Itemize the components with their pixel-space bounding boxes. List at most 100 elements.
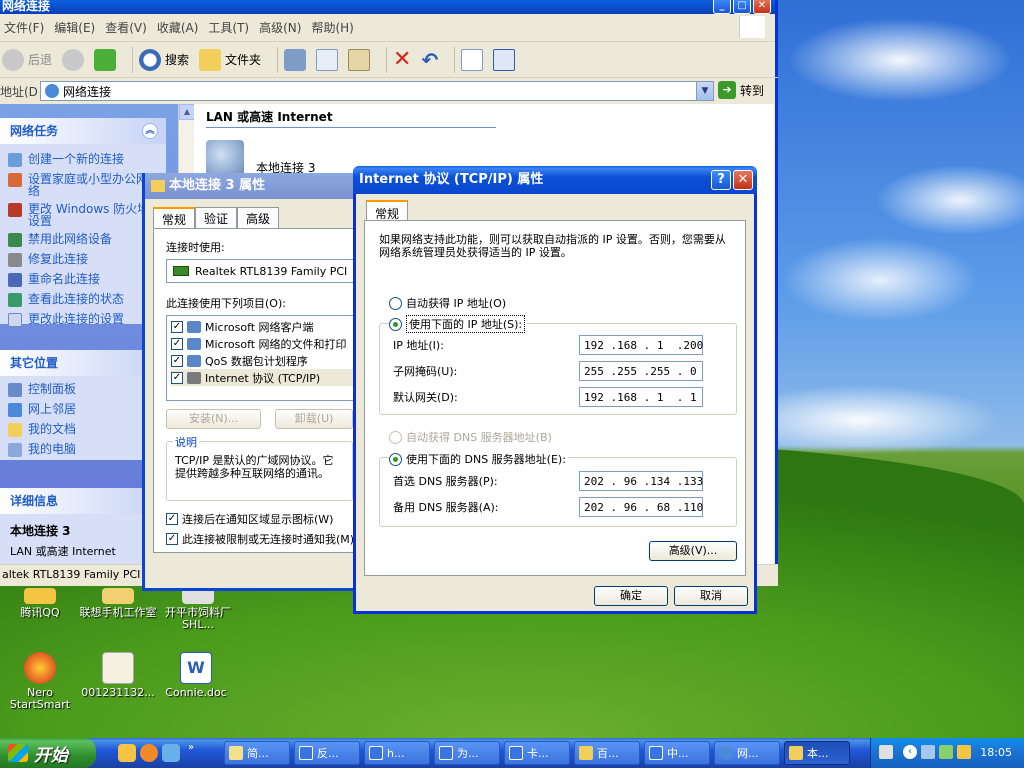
connection-item[interactable]: 本地连接 3	[206, 140, 315, 176]
preferred-dns-field[interactable]: 202 . 96 .134 .133	[579, 471, 703, 491]
list-item[interactable]: ✓ QoS 数据包计划程序	[171, 352, 361, 369]
desktop-quicklaunch-icon[interactable]	[162, 744, 180, 762]
help-button[interactable]: ?	[711, 170, 731, 190]
qq-quicklaunch-icon[interactable]	[118, 744, 136, 762]
desktop-icon-feed-factory[interactable]: 开平市饲料厂SHL...	[158, 588, 238, 631]
address-input[interactable]: 网络连接 ▼	[40, 81, 714, 101]
auto-dns-option[interactable]: 自动获得 DNS 服务器地址(B)	[389, 429, 552, 445]
tab-general[interactable]: 常规	[153, 207, 196, 230]
delete-button[interactable]: ✕	[393, 47, 411, 72]
taskbar-task[interactable]: 反...	[294, 741, 360, 765]
undo-button[interactable]: ↶	[421, 48, 438, 72]
tcpip-titlebar[interactable]: Internet 协议 (TCP/IP) 属性 ? ✕	[353, 166, 757, 194]
gateway-field[interactable]: 192 .168 . 1 . 1	[579, 387, 703, 407]
list-item[interactable]: ✓ Microsoft 网络客户端	[171, 318, 361, 335]
keyboard-icon[interactable]	[879, 745, 893, 759]
taskbar-task[interactable]: 为...	[434, 741, 500, 765]
advanced-button[interactable]: 高级(V)...	[649, 541, 737, 561]
uninstall-button[interactable]: 卸载(U)	[275, 409, 353, 429]
explorer-titlebar[interactable]: 网络连接 _ □ ✕	[0, 0, 775, 14]
task-create-connection[interactable]: 创建一个新的连接	[0, 150, 166, 170]
go-button[interactable]: ➔ 转到	[718, 81, 764, 99]
menu-favorites[interactable]: 收藏(A)	[155, 17, 207, 38]
auto-ip-option[interactable]: 自动获得 IP 地址(O)	[389, 295, 506, 311]
word-icon	[649, 746, 663, 760]
back-arrow-icon	[2, 48, 24, 71]
network-tasks-header[interactable]: 网络任务 ︽	[0, 118, 166, 144]
taskbar-task[interactable]: 中...	[644, 741, 710, 765]
network-tray-icon[interactable]	[921, 745, 935, 759]
desktop-icon-file[interactable]: 001231132...	[78, 652, 158, 699]
notify-limited-option[interactable]: ✓ 此连接被限制或无连接时通知我(M)	[166, 531, 354, 547]
properties-button[interactable]	[461, 48, 484, 71]
taskbar-task-active[interactable]: 本...	[784, 741, 850, 765]
address-dropdown-icon[interactable]: ▼	[696, 82, 713, 100]
checkbox[interactable]: ✓	[166, 533, 178, 545]
list-item[interactable]: ✓ Microsoft 网络的文件和打印	[171, 335, 361, 352]
close-button[interactable]: ✕	[733, 170, 753, 190]
scroll-up-arrow-icon[interactable]: ▲	[179, 104, 195, 120]
radio-selected[interactable]	[389, 317, 402, 331]
minimize-button[interactable]: _	[713, 0, 731, 14]
radio-selected[interactable]	[389, 452, 402, 466]
quicklaunch-more-icon[interactable]: »	[188, 742, 194, 753]
volume-icon[interactable]	[957, 745, 971, 759]
manual-ip-option[interactable]: 使用下面的 IP 地址(S):	[389, 315, 528, 333]
messenger-quicklaunch-icon[interactable]	[140, 744, 158, 762]
up-button[interactable]	[94, 48, 117, 71]
paste-button[interactable]	[348, 48, 371, 71]
manual-dns-option[interactable]: 使用下面的 DNS 服务器地址(E):	[389, 451, 568, 467]
start-button[interactable]: 开始	[0, 738, 96, 768]
menu-help[interactable]: 帮助(H)	[309, 17, 361, 38]
tab-advanced[interactable]: 高级	[237, 207, 280, 230]
status-icon	[8, 293, 22, 307]
desktop-icon-lenovo[interactable]: 联想手机工作室	[78, 588, 158, 619]
search-button[interactable]: 搜索	[139, 48, 189, 71]
menu-tools[interactable]: 工具(T)	[206, 17, 257, 38]
tab-auth[interactable]: 验证	[195, 207, 238, 230]
taskbar-task[interactable]: 百...	[574, 741, 640, 765]
my-documents-icon	[8, 423, 22, 437]
menu-view[interactable]: 查看(V)	[103, 17, 155, 38]
alternate-dns-field[interactable]: 202 . 96 . 68 .110	[579, 497, 703, 517]
desktop-icon-connie-doc[interactable]: W Connie.doc	[156, 652, 236, 699]
subnet-mask-field[interactable]: 255 .255 .255 . 0	[579, 361, 703, 381]
checkbox[interactable]: ✓	[171, 320, 183, 333]
radio[interactable]	[389, 296, 402, 310]
collapse-icon[interactable]: ︽	[142, 123, 158, 139]
new-connection-icon	[8, 153, 22, 167]
menu-advanced[interactable]: 高级(N)	[257, 17, 309, 38]
back-button[interactable]: 后退	[2, 48, 52, 71]
maximize-button[interactable]: □	[733, 0, 751, 14]
ip-address-field[interactable]: 192 .168 . 1 .200	[579, 335, 703, 355]
menu-file[interactable]: 文件(F)	[2, 17, 52, 38]
desktop-icon-nero[interactable]: Nero StartSmart	[0, 652, 80, 711]
folders-button[interactable]: 文件夹	[199, 48, 261, 71]
copy-button[interactable]	[316, 48, 339, 71]
cancel-button[interactable]: 取消	[674, 586, 748, 606]
forward-button[interactable]	[62, 48, 85, 71]
taskbar-task[interactable]: 网...	[714, 741, 780, 765]
props-titlebar[interactable]: 本地连接 3 属性	[145, 173, 359, 199]
ok-button[interactable]: 确定	[594, 586, 668, 606]
desktop-icon-qq[interactable]: 腾讯QQ	[0, 588, 80, 619]
views-button[interactable]	[493, 48, 516, 71]
checkbox[interactable]: ✓	[166, 513, 178, 525]
radio-disabled[interactable]	[389, 430, 402, 444]
taskbar-task[interactable]: 简...	[224, 741, 290, 765]
cut-button[interactable]	[284, 48, 307, 71]
checkbox[interactable]: ✓	[171, 371, 183, 384]
checkbox[interactable]: ✓	[171, 354, 183, 367]
tray-app-icon[interactable]	[939, 745, 953, 759]
tcpip-properties-dialog: Internet 协议 (TCP/IP) 属性 ? ✕ 常规 如果网络支持此功能…	[353, 166, 757, 614]
taskbar-task[interactable]: 卡...	[504, 741, 570, 765]
checkbox[interactable]: ✓	[171, 337, 183, 350]
taskbar-task[interactable]: h...	[364, 741, 430, 765]
tray-expand-icon[interactable]: ‹	[903, 745, 917, 759]
install-button[interactable]: 安装(N)...	[166, 409, 262, 429]
system-tray: ‹ 18:05	[870, 738, 1024, 768]
menu-edit[interactable]: 编辑(E)	[52, 17, 103, 38]
list-item-tcpip[interactable]: ✓ Internet 协议 (TCP/IP)	[171, 369, 361, 386]
close-button[interactable]: ✕	[753, 0, 771, 14]
notify-icon-option[interactable]: ✓ 连接后在通知区域显示图标(W)	[166, 511, 353, 527]
